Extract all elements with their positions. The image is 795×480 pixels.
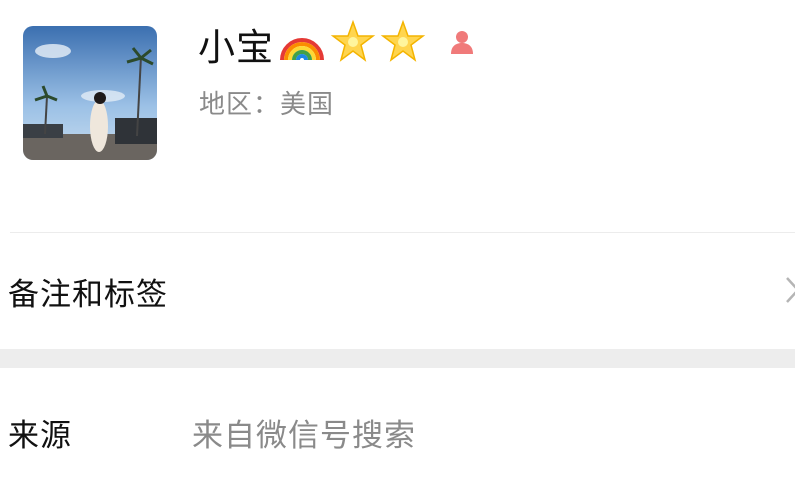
star-icon bbox=[380, 19, 426, 69]
source-value: 来自微信号搜索 bbox=[192, 418, 416, 454]
star-icon bbox=[330, 19, 376, 69]
name-row: 小宝 bbox=[198, 14, 476, 74]
source-label: 来源 bbox=[8, 418, 72, 454]
source-row: 来源 来自微信号搜索 bbox=[0, 368, 795, 480]
rainbow-icon bbox=[278, 22, 326, 66]
person-female-icon bbox=[448, 28, 476, 60]
remarks-and-tags-label: 备注和标签 bbox=[8, 277, 168, 313]
section-gap bbox=[0, 349, 795, 368]
profile-header: 小宝 地区：美国 bbox=[0, 0, 795, 232]
region-text: 地区：美国 bbox=[199, 90, 335, 120]
contact-name: 小宝 bbox=[198, 26, 274, 69]
chevron-right-icon bbox=[783, 275, 795, 309]
remarks-and-tags-row[interactable]: 备注和标签 bbox=[0, 233, 795, 349]
avatar-photo bbox=[23, 26, 157, 160]
avatar[interactable] bbox=[23, 26, 157, 160]
